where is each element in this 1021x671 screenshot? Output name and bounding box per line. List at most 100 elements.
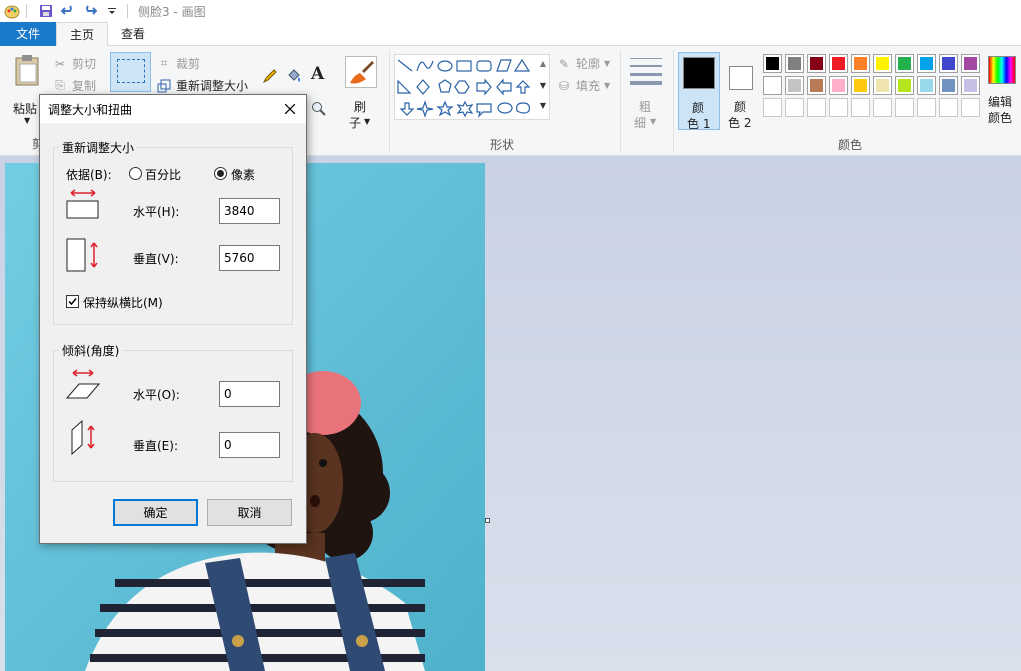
skew-vertical-input[interactable]	[219, 432, 280, 458]
outline-icon: ✎	[558, 56, 570, 71]
resize-vertical-input[interactable]	[219, 245, 280, 271]
percent-label[interactable]: 百分比	[145, 166, 181, 183]
palette-swatch[interactable]	[807, 98, 826, 117]
chevron-down-icon: ▼	[604, 81, 611, 90]
percent-radio[interactable]	[129, 167, 142, 180]
palette-swatch[interactable]	[763, 76, 782, 95]
size-button[interactable]: 粗 细 ▼	[626, 52, 666, 130]
color1-swatch	[683, 57, 715, 89]
color-palette	[763, 54, 983, 122]
cut-button[interactable]: ✂ 剪切	[52, 55, 96, 72]
palette-swatch[interactable]	[917, 98, 936, 117]
fill-bucket-icon[interactable]	[286, 68, 302, 87]
resize-horizontal-label: 水平(H):	[133, 205, 180, 219]
crop-icon: ⌗	[160, 56, 168, 70]
keep-aspect-ratio-checkbox[interactable]	[66, 295, 79, 308]
more-shapes-icon[interactable]: ▼	[540, 101, 546, 110]
shapes-gallery[interactable]: ▲ ▼ ▼	[394, 54, 550, 120]
title-bar: 侧脸3 - 画图	[0, 0, 1021, 22]
chevron-down-icon: ▼	[604, 59, 611, 68]
pixels-label[interactable]: 像素	[231, 166, 255, 183]
close-icon[interactable]	[280, 99, 300, 119]
shapes-group-label: 形状	[490, 138, 515, 152]
ok-button[interactable]: 确定	[113, 499, 198, 526]
palette-swatch[interactable]	[917, 54, 936, 73]
fill-button[interactable]: ⛁ 填充 ▼	[556, 77, 610, 94]
scroll-up-icon[interactable]: ▲	[540, 59, 546, 68]
palette-swatch[interactable]	[763, 98, 782, 117]
palette-swatch[interactable]	[807, 54, 826, 73]
palette-swatch[interactable]	[785, 76, 804, 95]
magnifier-icon[interactable]	[311, 101, 327, 120]
select-button[interactable]	[110, 52, 151, 92]
palette-swatch[interactable]	[807, 76, 826, 95]
vertical-resize-icon	[66, 238, 100, 277]
edit-colors-button[interactable]: 编辑 颜色	[986, 54, 1018, 130]
copy-label: 复制	[72, 79, 97, 93]
horizontal-skew-icon	[65, 367, 101, 404]
shapes-icons	[397, 58, 531, 118]
tab-view[interactable]: 查看	[108, 22, 158, 46]
palette-swatch[interactable]	[939, 98, 958, 117]
color1-label-line2: 色 1	[687, 117, 711, 131]
palette-swatch[interactable]	[939, 76, 958, 95]
palette-swatch[interactable]	[873, 98, 892, 117]
keep-aspect-ratio-label[interactable]: 保持纵横比(M)	[83, 294, 163, 311]
dialog-title: 调整大小和扭曲	[48, 102, 133, 117]
text-tool-icon[interactable]: A	[311, 64, 324, 84]
palette-swatch[interactable]	[851, 54, 870, 73]
chevron-down-icon: ▼	[650, 117, 657, 126]
redo-icon[interactable]	[81, 2, 99, 20]
resize-icon	[156, 78, 172, 94]
palette-swatch[interactable]	[829, 98, 848, 117]
skew-horizontal-input[interactable]	[219, 381, 280, 407]
palette-swatch[interactable]	[961, 76, 980, 95]
color2-button[interactable]: 颜 色 2	[722, 52, 760, 130]
palette-swatch[interactable]	[895, 98, 914, 117]
canvas-resize-handle-right[interactable]	[485, 518, 490, 523]
palette-swatch[interactable]	[829, 54, 848, 73]
scroll-down-icon[interactable]: ▼	[540, 81, 546, 90]
resize-horizontal-input[interactable]	[219, 198, 280, 224]
palette-swatch[interactable]	[961, 54, 980, 73]
resize-vertical-label: 垂直(V):	[133, 252, 179, 266]
palette-swatch[interactable]	[785, 54, 804, 73]
line-width-icon	[630, 56, 662, 89]
palette-swatch[interactable]	[939, 54, 958, 73]
edit-colors-label-line1: 编辑	[988, 95, 1013, 109]
palette-swatch[interactable]	[961, 98, 980, 117]
resize-button[interactable]: 重新调整大小	[156, 77, 248, 94]
palette-swatch[interactable]	[851, 98, 870, 117]
cancel-button[interactable]: 取消	[207, 499, 292, 526]
selection-icon	[117, 59, 145, 83]
color1-label-line1: 颜	[692, 101, 705, 115]
skew-vertical-label: 垂直(E):	[133, 439, 178, 453]
color1-button[interactable]: 颜 色 1	[678, 52, 720, 131]
tab-file[interactable]: 文件	[0, 22, 57, 46]
palette-swatch[interactable]	[763, 54, 782, 73]
palette-swatch[interactable]	[895, 76, 914, 95]
palette-swatch[interactable]	[917, 76, 936, 95]
pixels-radio[interactable]	[214, 167, 227, 180]
dialog-title-bar[interactable]: 调整大小和扭曲	[40, 95, 306, 123]
palette-swatch[interactable]	[829, 76, 848, 95]
palette-swatch[interactable]	[873, 76, 892, 95]
copy-button[interactable]: ⎘ 复制	[52, 77, 96, 94]
customize-toolbar-icon[interactable]	[103, 2, 121, 20]
undo-icon[interactable]	[59, 2, 77, 20]
brushes-button[interactable]: 刷 子 ▼	[341, 52, 381, 130]
crop-button[interactable]: ⌗ 裁剪	[156, 55, 200, 72]
palette-swatch[interactable]	[851, 76, 870, 95]
outline-button[interactable]: ✎ 轮廓 ▼	[556, 55, 610, 72]
skew-horizontal-label: 水平(O):	[133, 388, 180, 402]
paste-label: 粘贴	[13, 102, 38, 116]
resize-label: 重新调整大小	[176, 79, 249, 93]
tab-home[interactable]: 主页	[56, 22, 109, 47]
colors-group-label: 颜色	[838, 138, 863, 152]
save-icon[interactable]	[37, 2, 55, 20]
palette-swatch[interactable]	[785, 98, 804, 117]
resize-section-legend: 重新调整大小	[59, 139, 138, 156]
pencil-icon[interactable]	[262, 68, 278, 87]
palette-swatch[interactable]	[895, 54, 914, 73]
palette-swatch[interactable]	[873, 54, 892, 73]
